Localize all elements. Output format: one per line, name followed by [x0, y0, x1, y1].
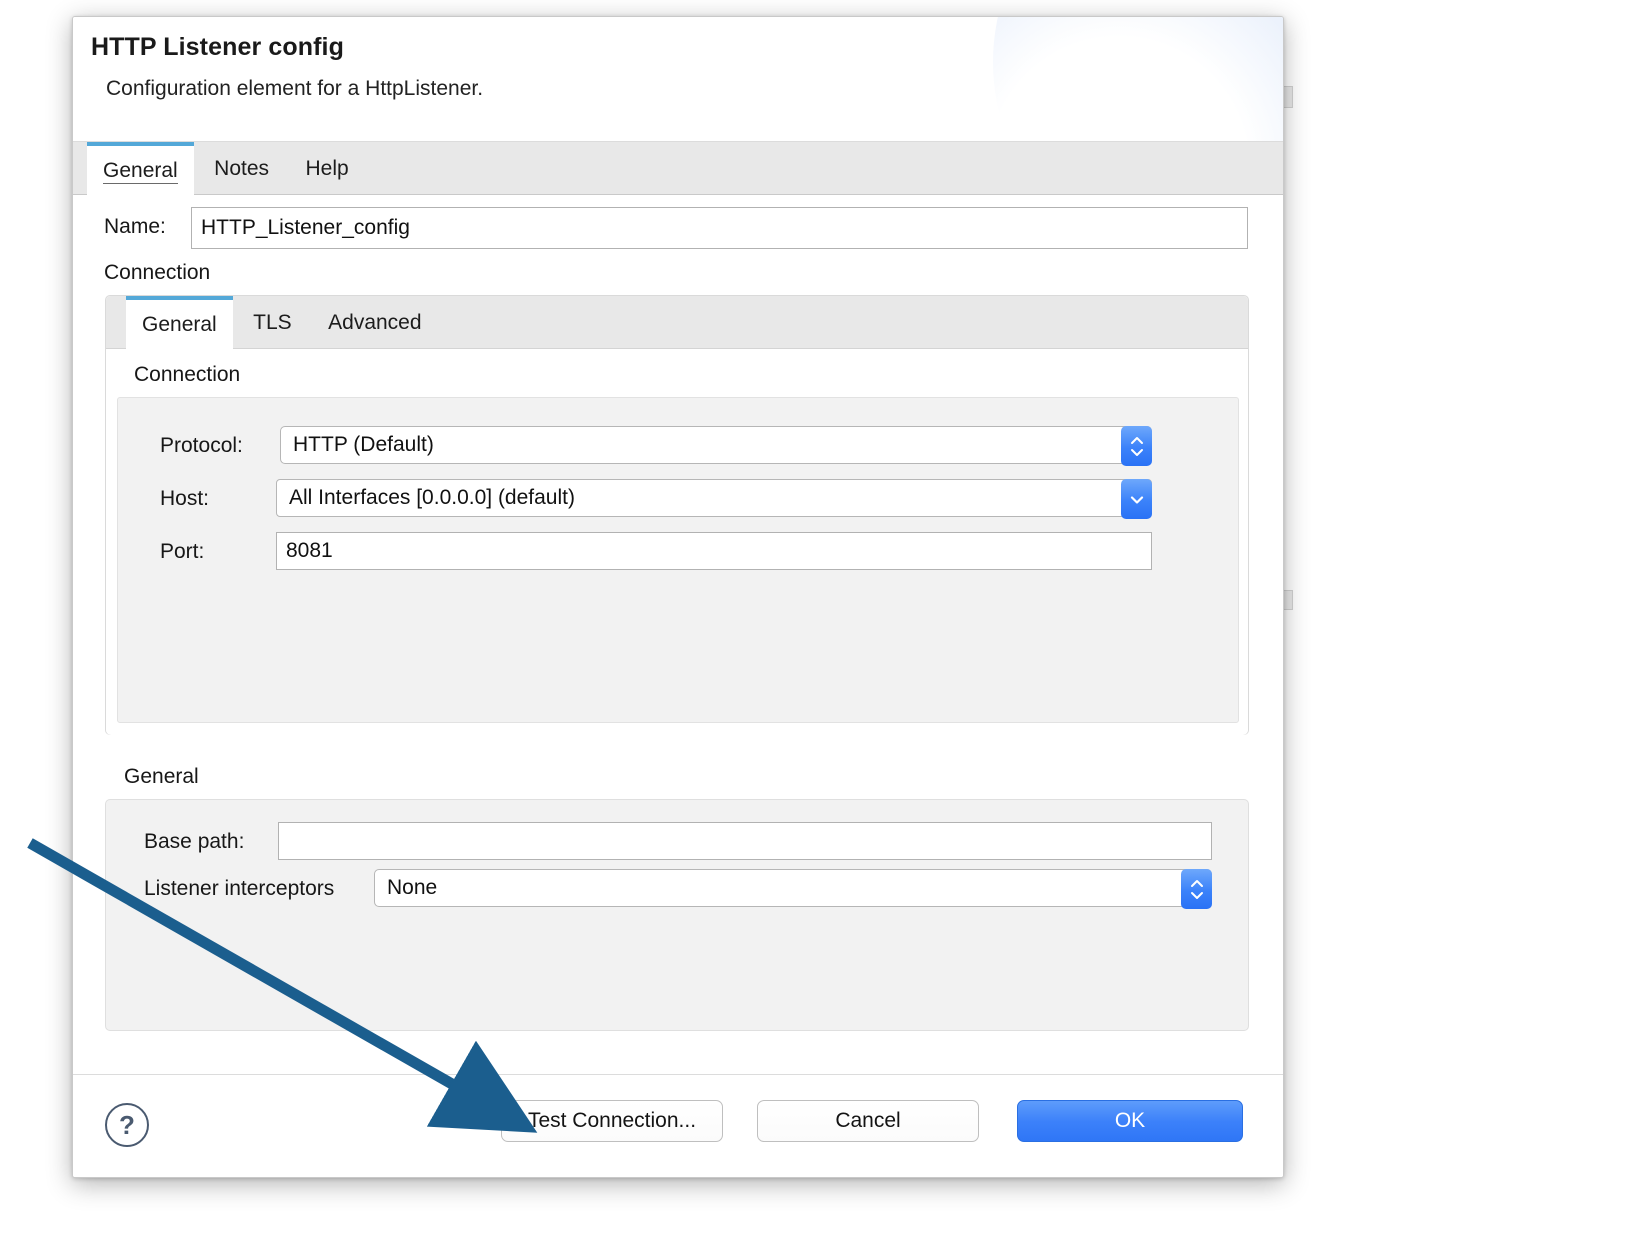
chevron-down-glyph	[1130, 448, 1144, 457]
connection-inner-panel: Connection Protocol: HTTP (Default)	[106, 349, 1248, 735]
tab-notes-label: Notes	[214, 157, 269, 180]
host-row: Host: All Interfaces [0.0.0.0] (default)	[118, 479, 1240, 517]
ok-button[interactable]: OK	[1017, 1100, 1243, 1142]
chevron-down-icon[interactable]	[1121, 479, 1152, 519]
tab-help[interactable]: Help	[289, 142, 364, 195]
connection-fieldbox: Protocol: HTTP (Default)	[117, 397, 1239, 723]
port-row: Port:	[118, 532, 1240, 570]
dialog-subtitle: Configuration element for a HttpListener…	[106, 77, 483, 101]
dialog-header: HTTP Listener config Configuration eleme…	[73, 17, 1283, 142]
inner-tab-advanced-label: Advanced	[328, 311, 421, 334]
listener-interceptors-label: Listener interceptors	[144, 877, 334, 901]
test-connection-label: Test Connection...	[528, 1109, 696, 1133]
chevron-up-glyph	[1190, 879, 1204, 888]
protocol-value: HTTP (Default)	[281, 433, 434, 457]
tab-general-label: General	[103, 159, 178, 184]
dialog-footer: ? Test Connection... Cancel OK	[73, 1074, 1283, 1177]
port-input[interactable]	[276, 532, 1152, 570]
chevron-up-glyph	[1130, 436, 1144, 445]
help-glyph: ?	[119, 1110, 135, 1140]
protocol-label: Protocol:	[160, 434, 243, 458]
tab-general[interactable]: General	[87, 142, 194, 195]
dialog-body: Name: Connection General TLS Advanced Co…	[73, 195, 1283, 1100]
name-label: Name:	[104, 215, 166, 239]
test-connection-button[interactable]: Test Connection...	[501, 1100, 723, 1142]
page-title: HTTP Listener config	[91, 33, 344, 62]
inner-tab-general[interactable]: General	[126, 296, 233, 349]
port-label: Port:	[160, 540, 204, 564]
chevron-up-down-icon[interactable]	[1121, 426, 1152, 466]
cancel-label: Cancel	[835, 1109, 900, 1133]
protocol-combo[interactable]: HTTP (Default)	[280, 426, 1152, 464]
base-path-label: Base path:	[144, 830, 244, 854]
connection-group: General TLS Advanced Connection Protocol…	[105, 295, 1249, 735]
base-path-row: Base path:	[106, 822, 1250, 860]
host-label: Host:	[160, 487, 209, 511]
base-path-input[interactable]	[278, 822, 1212, 860]
listener-interceptors-combo[interactable]: None	[374, 869, 1212, 907]
inner-tab-advanced[interactable]: Advanced	[312, 296, 437, 349]
inner-tab-tls[interactable]: TLS	[237, 296, 308, 349]
general-section-label: General	[124, 765, 199, 789]
inner-tab-general-label: General	[142, 313, 217, 336]
question-mark-icon[interactable]: ?	[105, 1103, 149, 1147]
ok-label: OK	[1115, 1109, 1145, 1133]
cancel-button[interactable]: Cancel	[757, 1100, 979, 1142]
name-input[interactable]	[191, 207, 1248, 249]
protocol-row: Protocol: HTTP (Default)	[118, 426, 1240, 464]
host-value: All Interfaces [0.0.0.0] (default)	[277, 486, 575, 510]
chevron-down-glyph	[1130, 495, 1144, 504]
tab-help-label: Help	[305, 157, 348, 180]
listener-interceptors-value: None	[375, 876, 437, 900]
screenshot-canvas: HTTP Listener config Configuration eleme…	[0, 0, 1634, 1250]
http-listener-config-dialog: HTTP Listener config Configuration eleme…	[72, 16, 1284, 1178]
connection-section-label: Connection	[104, 261, 210, 285]
inner-tab-tls-label: TLS	[253, 311, 292, 334]
chevron-up-down-icon[interactable]	[1181, 869, 1212, 909]
tab-notes[interactable]: Notes	[198, 142, 285, 195]
listener-interceptors-row: Listener interceptors None	[106, 869, 1250, 907]
connection-inner-tabstrip: General TLS Advanced	[106, 296, 1248, 349]
connection-inner-label: Connection	[134, 363, 240, 387]
name-row: Name:	[73, 207, 1283, 251]
host-combo[interactable]: All Interfaces [0.0.0.0] (default)	[276, 479, 1152, 517]
outer-tabstrip: General Notes Help	[73, 142, 1283, 195]
header-decoration-circle-inner	[993, 17, 1283, 142]
chevron-down-glyph	[1190, 891, 1204, 900]
general-group: Base path: Listener interceptors None	[105, 799, 1249, 1031]
